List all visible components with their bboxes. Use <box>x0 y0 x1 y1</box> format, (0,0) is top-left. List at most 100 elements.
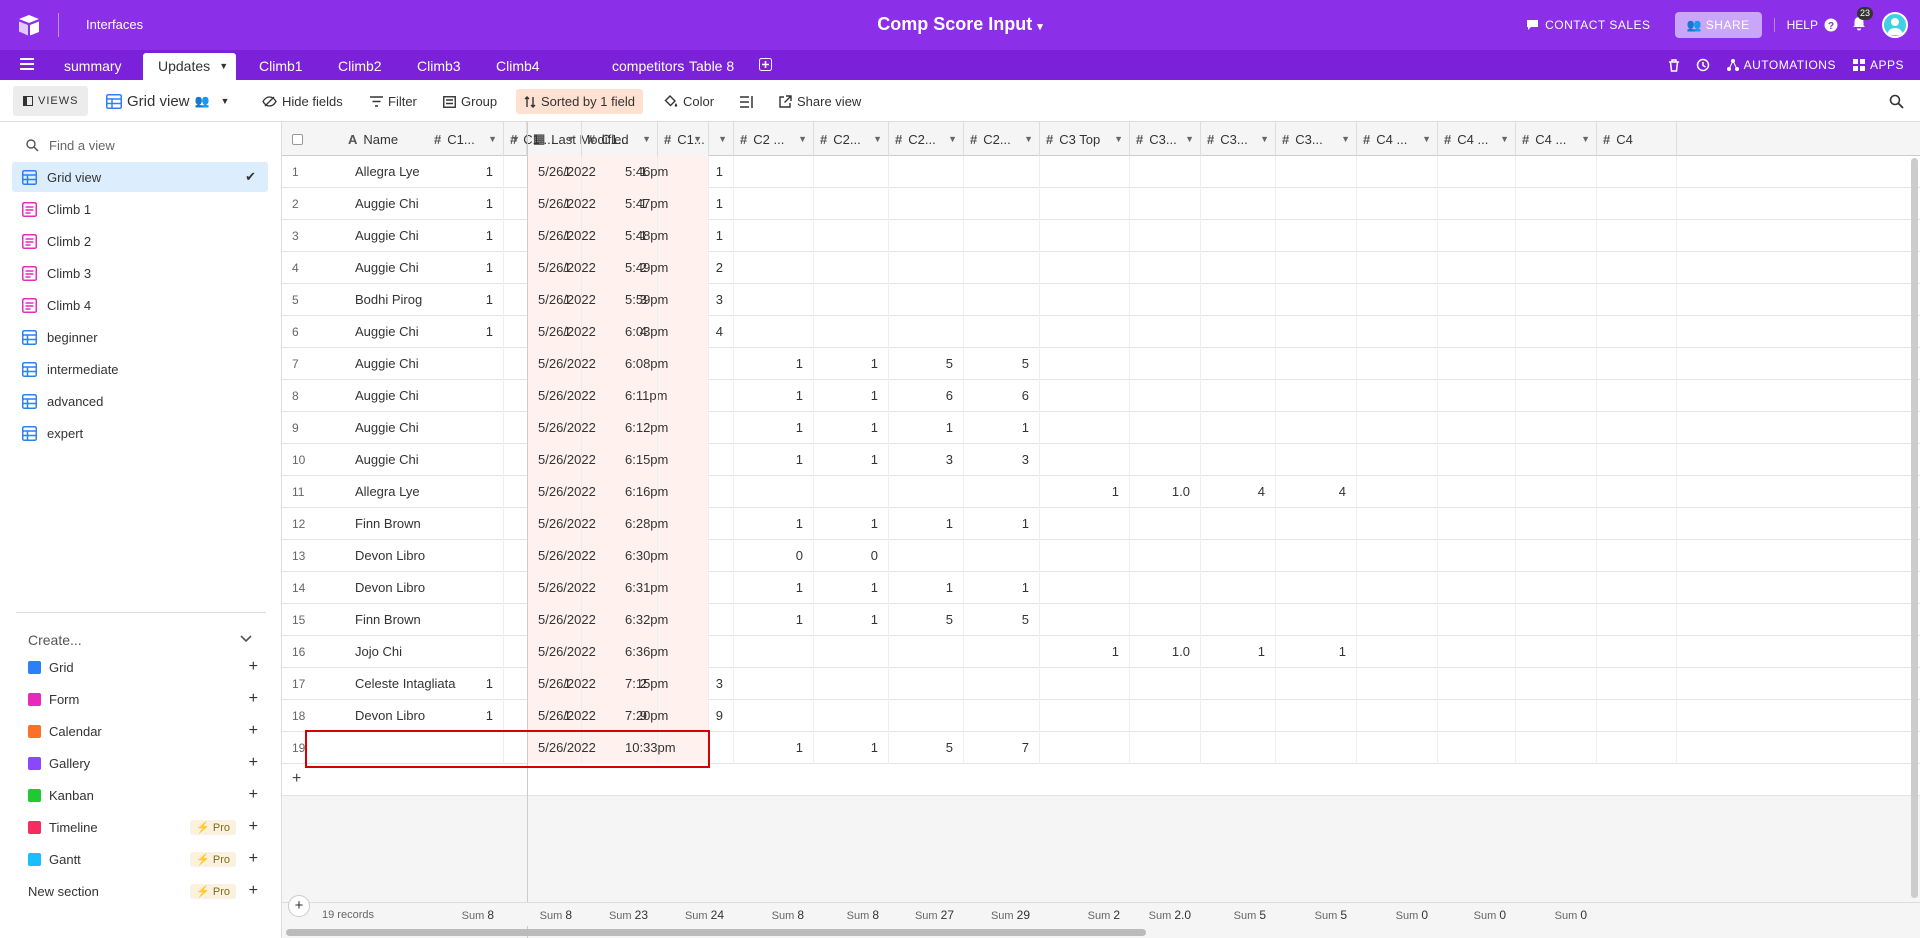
number-cell[interactable] <box>814 636 889 668</box>
column-sum[interactable]: Sum 8 <box>814 903 889 927</box>
number-cell[interactable] <box>814 188 889 220</box>
number-cell[interactable]: 9 <box>658 700 734 732</box>
number-cell[interactable] <box>734 252 814 284</box>
column-header-number[interactable]: # C3 Top ▼ <box>1040 122 1130 156</box>
number-cell[interactable] <box>428 540 504 572</box>
number-cell[interactable] <box>1357 156 1438 188</box>
number-cell[interactable] <box>582 412 658 444</box>
number-cell[interactable] <box>1040 572 1130 604</box>
number-cell[interactable] <box>504 604 582 636</box>
hide-fields-button[interactable]: Hide fields <box>256 89 349 114</box>
number-cell[interactable]: 6 <box>889 380 964 412</box>
number-cell[interactable] <box>1597 604 1677 636</box>
sidebar-view-item[interactable]: Grid view ✔ <box>12 162 268 192</box>
number-cell[interactable]: 3 <box>964 444 1040 476</box>
number-cell[interactable] <box>1276 348 1357 380</box>
number-cell[interactable]: 1 <box>504 252 582 284</box>
number-cell[interactable] <box>428 476 504 508</box>
column-header-number[interactable]: # C4 ... ▼ <box>1516 122 1597 156</box>
plus-icon[interactable]: + <box>249 690 258 708</box>
number-cell[interactable] <box>1130 316 1201 348</box>
number-cell[interactable] <box>1130 284 1201 316</box>
number-cell[interactable] <box>1040 252 1130 284</box>
number-cell[interactable]: 5 <box>889 348 964 380</box>
number-cell[interactable]: 1 <box>1040 476 1130 508</box>
sidebar-view-item[interactable]: intermediate <box>12 354 268 384</box>
number-cell[interactable] <box>1516 220 1597 252</box>
color-button[interactable]: Color <box>658 89 720 114</box>
number-cell[interactable] <box>1516 412 1597 444</box>
number-cell[interactable]: 3 <box>658 284 734 316</box>
number-cell[interactable]: 9 <box>582 700 658 732</box>
number-cell[interactable]: 2 <box>658 252 734 284</box>
number-cell[interactable]: 1 <box>734 444 814 476</box>
tab-updates[interactable]: Updates ▼ <box>143 53 237 80</box>
number-cell[interactable] <box>1276 188 1357 220</box>
number-cell[interactable] <box>1597 380 1677 412</box>
number-cell[interactable] <box>1276 252 1357 284</box>
number-cell[interactable] <box>1130 156 1201 188</box>
number-cell[interactable] <box>1130 604 1201 636</box>
number-cell[interactable] <box>1040 220 1130 252</box>
number-cell[interactable] <box>1438 252 1516 284</box>
number-cell[interactable] <box>1438 220 1516 252</box>
number-cell[interactable]: 1 <box>428 316 504 348</box>
number-cell[interactable]: 6 <box>964 380 1040 412</box>
column-header-number[interactable]: # C2... ▼ <box>964 122 1040 156</box>
create-view-item[interactable]: Calendar + <box>28 719 258 743</box>
number-cell[interactable]: 1 <box>582 188 658 220</box>
sidebar-view-item[interactable]: advanced <box>12 386 268 416</box>
number-cell[interactable] <box>964 476 1040 508</box>
create-view-heading[interactable]: Create... <box>28 632 82 648</box>
number-cell[interactable] <box>1276 668 1357 700</box>
number-cell[interactable] <box>1130 668 1201 700</box>
number-cell[interactable] <box>734 220 814 252</box>
number-cell[interactable]: 1 <box>814 444 889 476</box>
number-cell[interactable] <box>1040 700 1130 732</box>
number-cell[interactable]: 1 <box>658 220 734 252</box>
number-cell[interactable] <box>1040 444 1130 476</box>
number-cell[interactable] <box>1201 188 1276 220</box>
number-cell[interactable]: 1 <box>504 156 582 188</box>
number-cell[interactable] <box>734 316 814 348</box>
column-sum[interactable]: Sum 8 <box>734 903 814 927</box>
number-cell[interactable] <box>1597 444 1677 476</box>
number-cell[interactable]: 1 <box>814 380 889 412</box>
number-cell[interactable] <box>1276 508 1357 540</box>
number-cell[interactable] <box>1201 700 1276 732</box>
number-cell[interactable] <box>504 380 582 412</box>
number-cell[interactable] <box>1357 284 1438 316</box>
number-cell[interactable]: 1 <box>428 252 504 284</box>
number-cell[interactable]: 1 <box>582 156 658 188</box>
number-cell[interactable] <box>1130 412 1201 444</box>
number-cell[interactable] <box>964 284 1040 316</box>
number-cell[interactable] <box>1130 188 1201 220</box>
number-cell[interactable] <box>1201 348 1276 380</box>
number-cell[interactable] <box>1276 220 1357 252</box>
number-cell[interactable] <box>734 156 814 188</box>
plus-icon[interactable]: + <box>249 722 258 740</box>
number-cell[interactable] <box>1276 284 1357 316</box>
number-cell[interactable] <box>1516 252 1597 284</box>
number-cell[interactable] <box>964 668 1040 700</box>
number-cell[interactable] <box>1438 412 1516 444</box>
number-cell[interactable] <box>1201 540 1276 572</box>
number-cell[interactable] <box>1357 636 1438 668</box>
number-cell[interactable] <box>658 732 734 764</box>
column-header-number[interactable]: # C1... ▼ <box>658 122 734 156</box>
row-height-button[interactable] <box>734 89 760 114</box>
number-cell[interactable] <box>658 348 734 380</box>
number-cell[interactable] <box>1357 348 1438 380</box>
number-cell[interactable]: 5 <box>889 604 964 636</box>
number-cell[interactable] <box>1516 476 1597 508</box>
number-cell[interactable]: 1 <box>889 412 964 444</box>
number-cell[interactable] <box>504 540 582 572</box>
number-cell[interactable] <box>428 444 504 476</box>
number-cell[interactable] <box>504 732 582 764</box>
number-cell[interactable] <box>1130 572 1201 604</box>
number-cell[interactable] <box>582 380 658 412</box>
number-cell[interactable] <box>964 220 1040 252</box>
column-sum[interactable]: Sum 8 <box>504 903 582 927</box>
apps-button[interactable]: APPS <box>1852 58 1904 72</box>
number-cell[interactable] <box>1438 476 1516 508</box>
